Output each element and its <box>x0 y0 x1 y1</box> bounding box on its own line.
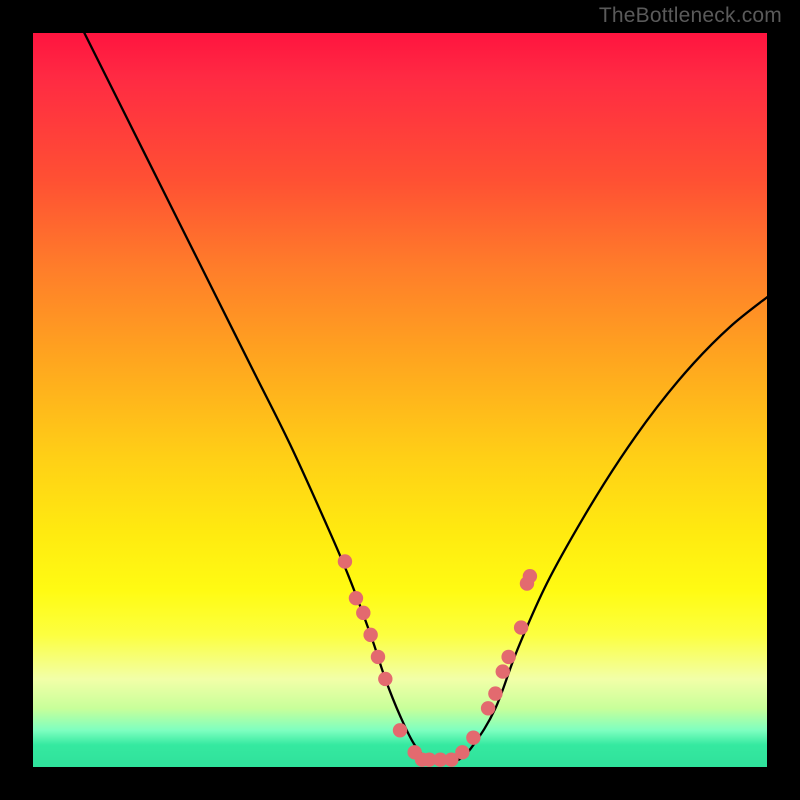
marker-dot <box>488 686 502 700</box>
marker-dot <box>363 628 377 642</box>
marker-dot <box>501 650 515 664</box>
marker-dot <box>523 569 537 583</box>
marker-dot <box>371 650 385 664</box>
marker-group <box>338 554 537 767</box>
marker-dot <box>466 730 480 744</box>
bottleneck-curve <box>84 33 767 761</box>
marker-dot <box>496 664 510 678</box>
chart-svg <box>33 33 767 767</box>
marker-dot <box>356 606 370 620</box>
watermark-text: TheBottleneck.com <box>599 4 782 28</box>
marker-dot <box>349 591 363 605</box>
marker-dot <box>455 745 469 759</box>
marker-dot <box>514 620 528 634</box>
marker-dot <box>378 672 392 686</box>
chart-area <box>33 33 767 767</box>
marker-dot <box>338 554 352 568</box>
marker-dot <box>393 723 407 737</box>
marker-dot <box>481 701 495 715</box>
